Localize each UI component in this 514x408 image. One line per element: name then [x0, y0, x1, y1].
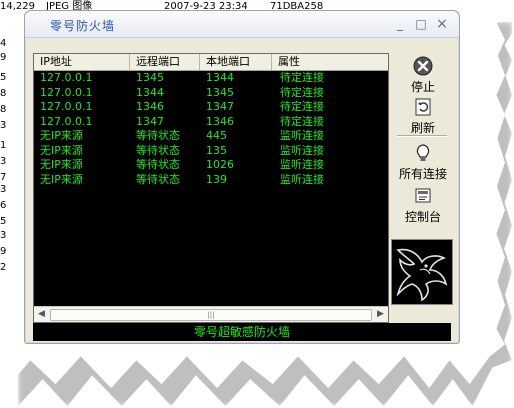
refresh-button[interactable]: 刷新 — [395, 96, 451, 136]
local-port-cell: 135 — [206, 143, 227, 157]
refresh-icon — [415, 98, 431, 116]
column-header-local-port[interactable]: 本地端口 — [200, 54, 272, 70]
bg-left-text: 5 — [0, 72, 7, 83]
control-panel-icon — [415, 188, 431, 203]
stop-icon — [413, 56, 433, 76]
attribute-cell: 待定连接 — [280, 85, 324, 99]
bg-left-text: 5 — [0, 216, 7, 227]
ip-cell: 无IP来源 — [40, 172, 83, 186]
local-port-cell: 139 — [206, 172, 227, 186]
remote-port-cell: 等待状态 — [136, 172, 180, 186]
maximize-button[interactable]: □ — [414, 17, 428, 31]
table-row[interactable]: 无IP来源 等待状态 139 监听连接 — [34, 173, 388, 188]
bg-left-text: 7 — [0, 172, 7, 183]
screenshot-paper: 14,229 JPEG 图像 2007-9-23 23:34 71DBA258 … — [0, 0, 514, 408]
table-row[interactable]: 无IP来源 等待状态 445 监听连接 — [34, 129, 388, 144]
remote-port-cell: 1346 — [136, 100, 164, 113]
ip-cell: 无IP来源 — [40, 143, 83, 157]
dragon-logo-icon — [391, 239, 453, 305]
title-bar[interactable]: 零号防火墙 _ □ × — [25, 11, 459, 38]
remote-port-cell: 1347 — [136, 114, 164, 128]
local-port-cell: 1026 — [206, 158, 234, 171]
bg-left-text: 6 — [0, 200, 7, 211]
attribute-cell: 待定连接 — [280, 100, 324, 113]
window-title: 零号防火墙 — [50, 19, 116, 33]
connection-list[interactable]: IP地址 远程端口 本地端口 属性 127.0.0.1 1345 1344 待定连接 1… — [33, 53, 389, 323]
bg-left-text: 8 — [0, 104, 7, 115]
all-connections-label: 所有连接 — [398, 167, 447, 181]
bg-left-text: 3 — [0, 184, 7, 195]
ip-cell: 无IP来源 — [40, 158, 83, 171]
remote-port-cell: 等待状态 — [136, 158, 180, 171]
bg-left-text: 8 — [0, 88, 7, 99]
list-header: IP地址 远程端口 本地端口 属性 — [34, 54, 388, 71]
bg-left-text: 4 — [0, 38, 7, 49]
attribute-cell: 待定连接 — [280, 114, 324, 128]
local-port-cell: 1346 — [206, 114, 234, 128]
ip-cell: 127.0.0.1 — [40, 85, 93, 99]
ip-cell: 127.0.0.1 — [40, 100, 93, 113]
attribute-cell: 监听连接 — [280, 129, 324, 142]
remote-port-cell: 1344 — [136, 85, 164, 99]
scroll-right-arrow-icon[interactable]: ▶ — [373, 307, 388, 322]
ip-cell: 无IP来源 — [40, 129, 83, 142]
stop-button[interactable]: 停止 — [395, 55, 451, 95]
bg-left-text: 3 — [0, 156, 7, 167]
paper-background: 14,229 JPEG 图像 2007-9-23 23:34 71DBA258 … — [0, 0, 505, 389]
bg-left-text: 9 — [0, 246, 7, 257]
status-bar: 零号超敏感防火墙 — [33, 323, 451, 341]
bg-left-text: 3 — [0, 230, 7, 241]
ip-cell: 127.0.0.1 — [40, 114, 93, 128]
table-row[interactable]: 127.0.0.1 1344 1345 待定连接 — [34, 86, 388, 101]
control-panel-label: 控制台 — [404, 210, 441, 224]
horizontal-scrollbar[interactable]: ◀ ||| ▶ — [34, 306, 388, 322]
attribute-cell: 待定连接 — [280, 71, 324, 84]
column-header-remote-port[interactable]: 远程端口 — [130, 54, 200, 70]
remote-port-cell: 等待状态 — [136, 129, 180, 142]
close-button[interactable]: × — [435, 17, 449, 31]
bg-left-text: 2 — [0, 262, 7, 273]
refresh-label: 刷新 — [410, 121, 435, 135]
stop-label: 停止 — [410, 80, 435, 94]
attribute-cell: 监听连接 — [280, 158, 324, 171]
list-rows: 127.0.0.1 1345 1344 待定连接 127.0.0.1 1344 1345 待定… — [34, 71, 388, 187]
table-row[interactable]: 127.0.0.1 1347 1346 待定连接 — [34, 115, 388, 130]
column-header-attribute[interactable]: 属性 — [272, 54, 388, 70]
table-row[interactable]: 无IP来源 等待状态 135 监听连接 — [34, 144, 388, 159]
table-row[interactable]: 127.0.0.1 1346 1347 待定连接 — [34, 100, 388, 115]
table-row[interactable]: 无IP来源 等待状态 1026 监听连接 — [34, 158, 388, 173]
column-header-ip[interactable]: IP地址 — [34, 54, 130, 70]
local-port-cell: 1344 — [206, 71, 234, 84]
bg-left-text: 3 — [0, 120, 7, 131]
toolbar-divider — [397, 135, 447, 137]
scroll-left-arrow-icon[interactable]: ◀ — [34, 307, 49, 322]
remote-port-cell: 1345 — [136, 71, 164, 84]
minimize-button[interactable]: _ — [393, 17, 407, 31]
firewall-dialog: 零号防火墙 _ □ × IP地址 远程端口 本地端口 属性 127.0.0.1 1… — [24, 10, 460, 344]
bg-left-text: 9 — [0, 52, 7, 63]
remote-port-cell: 等待状态 — [136, 143, 180, 157]
attribute-cell: 监听连接 — [280, 172, 324, 186]
all-connections-button[interactable]: 所有连接 — [395, 142, 451, 182]
control-panel-button[interactable]: 控制台 — [395, 185, 451, 225]
local-port-cell: 1347 — [206, 100, 234, 113]
scroll-thumb[interactable]: ||| — [50, 309, 372, 321]
ip-cell: 127.0.0.1 — [40, 71, 93, 84]
local-port-cell: 445 — [206, 129, 227, 142]
attribute-cell: 监听连接 — [280, 143, 324, 157]
lightbulb-icon — [416, 144, 430, 161]
table-row[interactable]: 127.0.0.1 1345 1344 待定连接 — [34, 71, 388, 86]
bg-left-text: 1 — [0, 140, 7, 151]
local-port-cell: 1345 — [206, 85, 234, 99]
